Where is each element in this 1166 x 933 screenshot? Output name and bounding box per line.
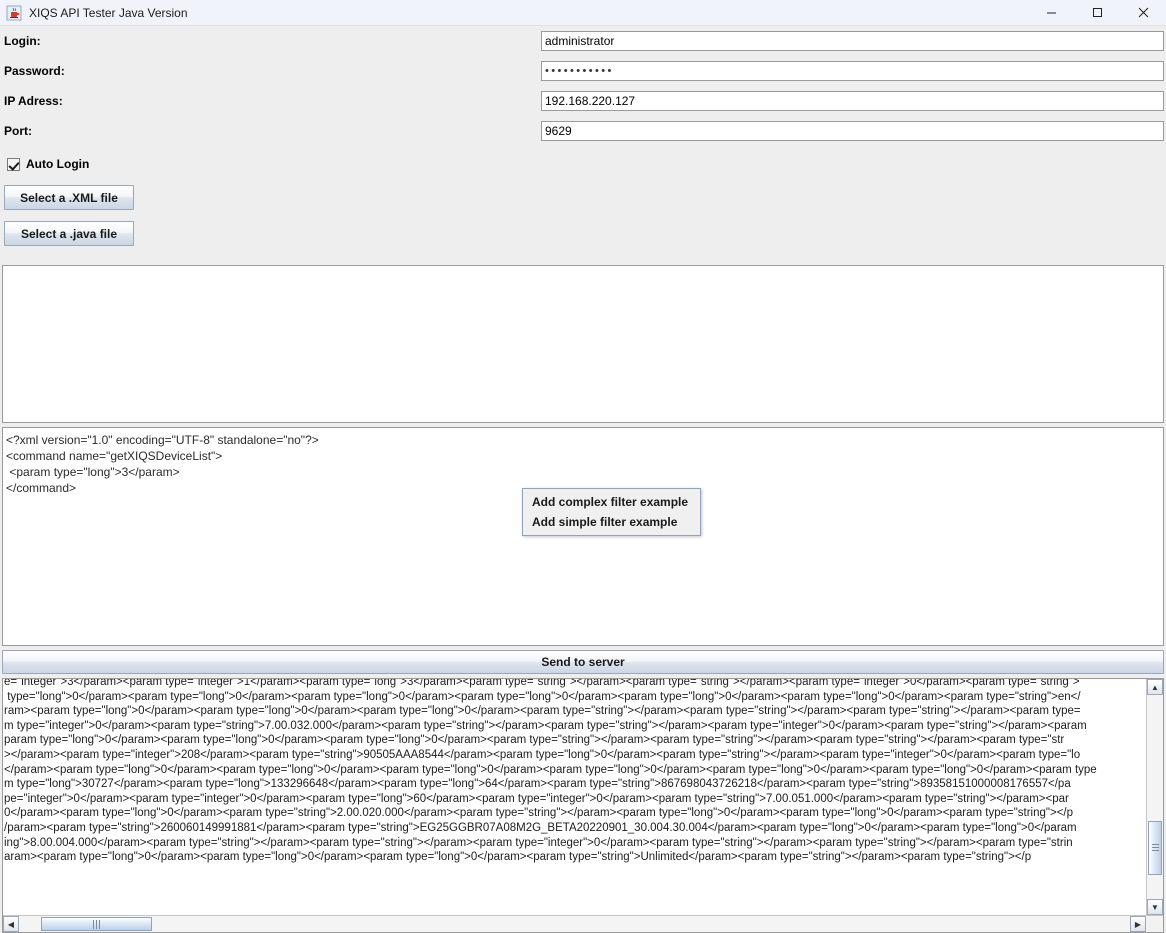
auto-login-label: Auto Login [26, 157, 89, 171]
application-window: XIQS API Tester Java Version Login: admi… [0, 0, 1166, 933]
window-controls [1028, 0, 1166, 26]
log-line: ing">8.00.004.000</param><param type="st… [4, 836, 1146, 851]
password-label: Password: [4, 64, 541, 78]
xml-command-editor[interactable]: <?xml version="1.0" encoding="UTF-8" sta… [2, 427, 1164, 646]
filter-example-context-menu: Add complex filter example Add simple fi… [522, 488, 701, 536]
login-label: Login: [4, 34, 541, 48]
xml-editor-content: <?xml version="1.0" encoding="UTF-8" sta… [6, 432, 1160, 496]
port-label: Port: [4, 124, 541, 138]
log-line: 0</param><param type="long">0</param><pa… [4, 806, 1146, 821]
log-line: </param><param type="long">0</param><par… [4, 763, 1146, 778]
scrollbar-corner [1146, 916, 1163, 932]
log-line: aram><param type="long">0</param><param … [4, 850, 1146, 865]
auto-login-checkbox[interactable] [7, 158, 20, 171]
form-row-password: Password: ••••••••••• [0, 56, 1166, 86]
maximize-button[interactable] [1074, 0, 1120, 26]
scroll-left-arrow-icon[interactable]: ◀ [3, 916, 19, 932]
log-line: pe="integer">0</param><param type="integ… [4, 792, 1146, 807]
form-row-login: Login: administrator [0, 26, 1166, 56]
java-coffee-cup-icon [6, 5, 22, 21]
form-row-ip-address: IP Adress: 192.168.220.127 [0, 86, 1166, 116]
password-input[interactable]: ••••••••••• [541, 61, 1164, 81]
scroll-right-arrow-icon[interactable]: ▶ [1130, 916, 1146, 932]
auto-login-row[interactable]: Auto Login [0, 150, 1166, 178]
login-input[interactable]: administrator [541, 31, 1164, 51]
log-line: ram><param type="long">0</param><param t… [4, 704, 1146, 719]
horizontal-scroll-thumb[interactable] [41, 917, 152, 931]
vertical-scroll-track[interactable] [1147, 695, 1163, 899]
menu-item-add-simple-filter[interactable]: Add simple filter example [523, 512, 700, 532]
minimize-button[interactable] [1028, 0, 1074, 26]
scroll-down-arrow-icon[interactable]: ▼ [1147, 899, 1163, 915]
menu-item-add-complex-filter[interactable]: Add complex filter example [523, 492, 700, 512]
select-xml-file-button[interactable]: Select a .XML file [4, 185, 134, 210]
log-text-content[interactable]: e="integer">3</param><param type="intege… [3, 679, 1146, 915]
select-java-file-button[interactable]: Select a .java file [4, 221, 134, 246]
scroll-grip-icon [1152, 844, 1159, 851]
log-line: m type="long">30727</param><param type="… [4, 777, 1146, 792]
log-vertical-scrollbar[interactable]: ▲ ▼ [1146, 679, 1163, 915]
log-line: m type="integer">0</param><param type="s… [4, 719, 1146, 734]
log-line: ></param><param type="integer">208</para… [4, 748, 1146, 763]
close-button[interactable] [1120, 0, 1166, 26]
form-row-port: Port: 9629 [0, 116, 1166, 146]
port-input[interactable]: 9629 [541, 121, 1164, 141]
log-line: e="integer">3</param><param type="intege… [4, 679, 1146, 690]
log-line: type="long">0</param><param type="long">… [4, 690, 1146, 705]
response-display-panel[interactable] [2, 265, 1164, 423]
log-line: param type="long">0</param><param type="… [4, 733, 1146, 748]
log-body: e="integer">3</param><param type="intege… [3, 679, 1163, 915]
ip-address-label: IP Adress: [4, 94, 541, 108]
log-horizontal-scrollbar[interactable]: ◀ ▶ [3, 915, 1163, 932]
horizontal-scroll-track[interactable] [19, 916, 1130, 932]
server-response-log: e="integer">3</param><param type="intege… [2, 678, 1164, 933]
title-bar: XIQS API Tester Java Version [0, 0, 1166, 26]
window-title: XIQS API Tester Java Version [29, 6, 188, 20]
vertical-scroll-thumb[interactable] [1148, 821, 1162, 874]
log-line: /param><param type="string">260060149991… [4, 821, 1146, 836]
scroll-grip-icon [93, 920, 100, 929]
send-to-server-button[interactable]: Send to server [2, 650, 1164, 674]
ip-address-input[interactable]: 192.168.220.127 [541, 91, 1164, 111]
scroll-up-arrow-icon[interactable]: ▲ [1147, 679, 1163, 695]
connection-form: Login: administrator Password: •••••••••… [0, 26, 1166, 246]
